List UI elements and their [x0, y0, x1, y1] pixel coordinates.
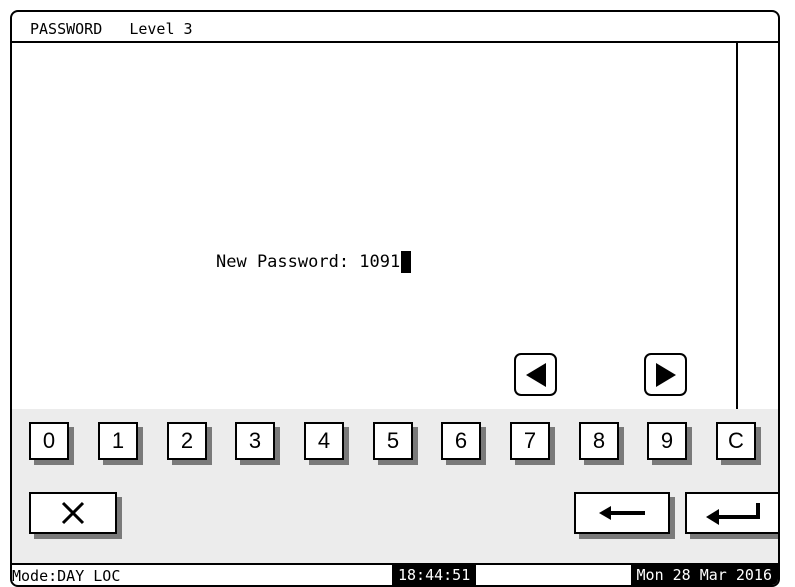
scrollbar-divider [736, 43, 738, 409]
title-bar: PASSWORD Level 3 [12, 12, 778, 43]
enter-button[interactable] [685, 492, 778, 534]
key-0[interactable]: 0 [29, 422, 69, 460]
key-2[interactable]: 2 [167, 422, 207, 460]
enter-arrow-icon [705, 503, 760, 525]
triangle-right-icon [655, 362, 676, 387]
main-panel: New Password: 1091 [12, 43, 736, 409]
status-bar: Mode:DAY LOC 18:44:51 Mon 28 Mar 2016 [12, 563, 778, 585]
key-6[interactable]: 6 [441, 422, 481, 460]
cursor-left-button[interactable] [514, 353, 557, 396]
key-clear[interactable]: C [716, 422, 756, 460]
triangle-left-icon [525, 362, 546, 387]
mode-indicator: Mode:DAY LOC [12, 567, 121, 585]
key-9[interactable]: 9 [647, 422, 687, 460]
key-7[interactable]: 7 [510, 422, 550, 460]
backspace-button[interactable] [574, 492, 670, 534]
cursor-right-button[interactable] [644, 353, 687, 396]
password-line: New Password: 1091 [216, 251, 412, 273]
keypad: 0 1 2 3 4 5 6 7 8 9 C [12, 409, 778, 565]
device-screen: PASSWORD Level 3 New Password: 1091 0 1 … [10, 10, 780, 587]
clock-time: 18:44:51 [392, 565, 477, 585]
new-password-label: New Password: [216, 252, 360, 272]
key-4[interactable]: 4 [304, 422, 344, 460]
key-5[interactable]: 5 [373, 422, 413, 460]
screen-title: PASSWORD Level 3 [30, 20, 193, 38]
text-cursor [401, 251, 412, 273]
x-icon [61, 501, 85, 525]
password-value[interactable]: 1091 [359, 252, 400, 272]
cancel-button[interactable] [29, 492, 117, 534]
key-1[interactable]: 1 [98, 422, 138, 460]
key-3[interactable]: 3 [235, 422, 275, 460]
key-8[interactable]: 8 [579, 422, 619, 460]
clock-date: Mon 28 Mar 2016 [630, 565, 778, 585]
left-arrow-icon [599, 506, 645, 520]
